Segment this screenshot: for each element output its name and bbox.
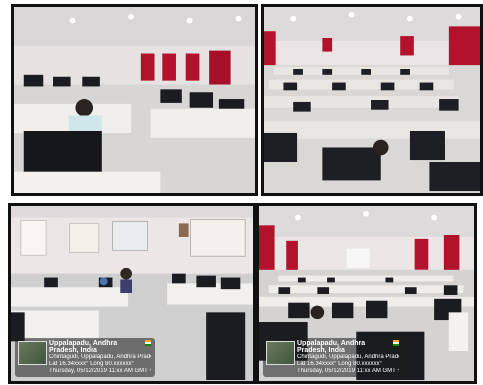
geotag-overlay: Uppalapadu, Andhra Pradesh, India Chinta… <box>15 338 155 377</box>
map-thumbnail <box>266 341 295 365</box>
photo-computer-lab-1 <box>11 4 258 196</box>
lab-scene-1 <box>14 7 255 193</box>
geotag-place: Uppalapadu, Andhra Pradesh, India <box>49 340 118 354</box>
photo-computer-lab-3: Uppalapadu, Andhra Pradesh, India Chinta… <box>8 203 256 384</box>
geotag-coords: Lat 16.34xxxx° Long 80.xxxxxx° <box>49 361 134 367</box>
geotag-address: Chintagudi, Uppalapadu, Andhra Pradesh 5… <box>49 354 151 360</box>
geotag-coords: Lat 16.34xxxx° Long 80.xxxxxx° <box>297 361 382 367</box>
lab-scene-2 <box>264 7 480 193</box>
india-flag-icon <box>392 340 399 346</box>
geotag-timestamp: Thursday, 05/12/2019 11:xx AM GMT +05:30 <box>297 368 399 374</box>
geotag-overlay: Uppalapadu, Andhra Pradesh, India Chinta… <box>263 338 403 377</box>
photo-computer-lab-4: Uppalapadu, Andhra Pradesh, India Chinta… <box>256 203 477 384</box>
geotag-address: Chintagudi, Uppalapadu, Andhra Pradesh 5… <box>297 354 399 360</box>
photo-computer-lab-2 <box>261 4 483 196</box>
geotag-place: Uppalapadu, Andhra Pradesh, India <box>297 340 366 354</box>
india-flag-icon <box>144 340 151 346</box>
map-thumbnail <box>18 341 47 365</box>
geotag-timestamp: Thursday, 05/12/2019 11:xx AM GMT +05:30 <box>49 368 151 374</box>
